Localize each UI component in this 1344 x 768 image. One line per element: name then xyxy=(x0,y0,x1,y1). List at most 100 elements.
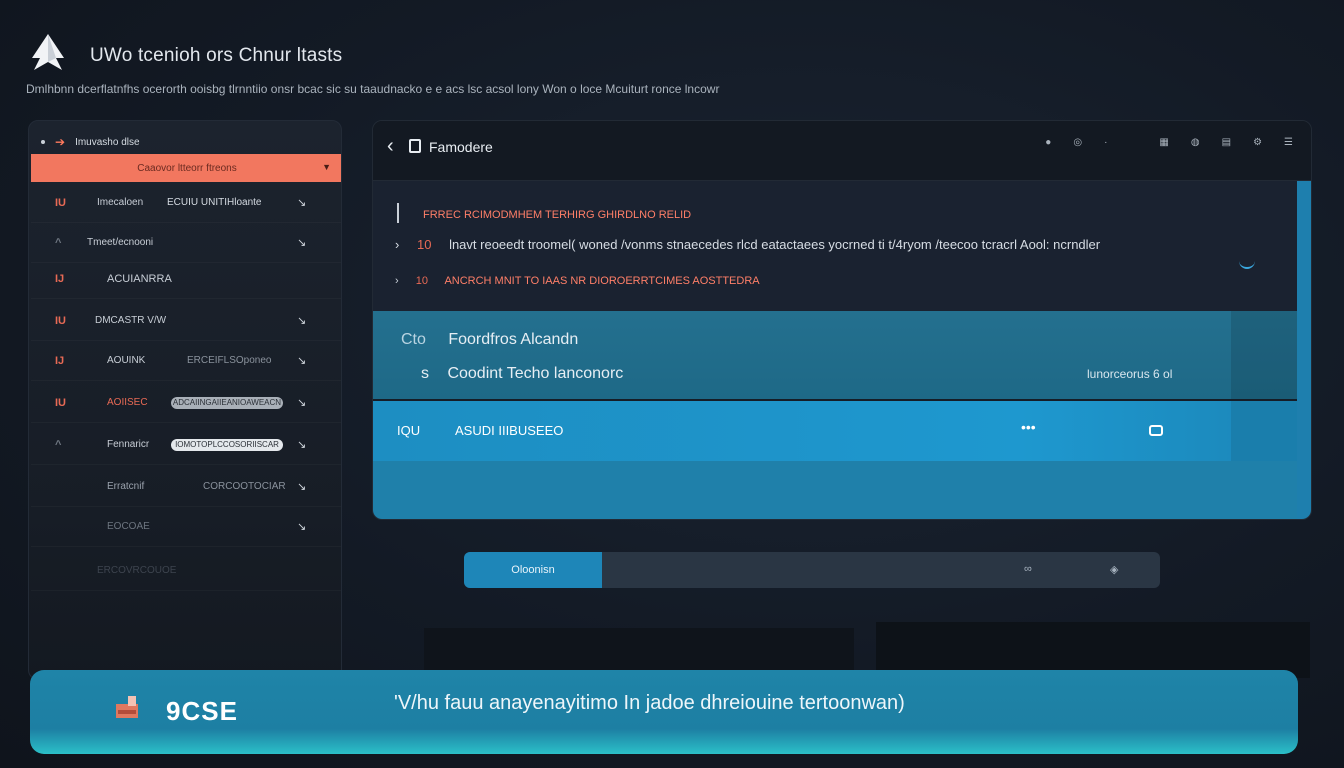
app-subtitle: Dmlhbnn dcerflatnfhs ocerorth ooisbg tlr… xyxy=(26,82,720,96)
sidebar-item[interactable]: IU DMCASTR V/W ↘ xyxy=(31,301,341,341)
chevron-right-icon[interactable]: ↘ xyxy=(297,314,306,327)
settings-icon[interactable]: ◍ xyxy=(1191,137,1200,148)
line-number: 10 xyxy=(416,237,432,252)
list-icon[interactable]: ▤ xyxy=(1222,137,1231,148)
checkbox-icon[interactable] xyxy=(1149,425,1163,436)
active-row[interactable]: IQU ASUDI IIIBUSEEO ••• xyxy=(373,401,1299,461)
notification-banner: 9CSE 'V/hu fauu anayenayitimo In jadoe d… xyxy=(30,670,1298,754)
selection-text: Foordfros Alcandn xyxy=(448,331,579,348)
code-text: lnavt reoeedt troomel( woned /vonms stna… xyxy=(449,237,1101,252)
dot-small-icon[interactable]: · xyxy=(1104,137,1107,148)
selection-prefix: Cto xyxy=(401,331,426,348)
banner-message: 'V/hu fauu anayenayitimo In jadoe dhreio… xyxy=(394,692,905,714)
cog-icon[interactable]: ⚙ xyxy=(1253,137,1262,148)
chevron-right-icon[interactable]: ↘ xyxy=(297,520,306,533)
warning-stack-icon xyxy=(116,696,138,718)
chevron-right-icon[interactable]: ↘ xyxy=(297,396,306,409)
sidebar-item[interactable]: EOCOAE ↘ xyxy=(31,507,341,547)
dot-icon xyxy=(41,140,45,144)
text-cursor xyxy=(397,203,399,223)
menu-icon[interactable]: ☰ xyxy=(1284,137,1293,148)
eye-icon[interactable]: ◈ xyxy=(1110,563,1118,576)
header-toolbar: ● ◎ · ▦ ◍ ▤ ⚙ ☰ xyxy=(1045,137,1293,148)
document-icon xyxy=(409,139,421,153)
sidebar-header-label: Imuvasho dlse xyxy=(75,136,140,148)
item-label: AOUINK xyxy=(107,355,146,366)
row-number: IQU xyxy=(397,423,421,438)
code-line: › 10 lnavt reoeedt troomel( woned /vonms… xyxy=(395,237,1100,252)
dot-icon[interactable]: ● xyxy=(1045,137,1051,148)
item-extra: ERCEIFLSOponeo xyxy=(187,355,272,366)
code-text: ANCRCH MNIT TO IAAS NR DIOROERRTCIMES AO… xyxy=(444,275,760,287)
main-header: ‹ Famodere ● ◎ · ▦ ◍ ▤ ⚙ ☰ xyxy=(373,121,1311,181)
item-label: Erratcnif xyxy=(107,481,145,492)
item-label: ERCOVRCOUOE xyxy=(97,565,177,576)
item-label: Fennaricr xyxy=(107,439,150,450)
main-footer xyxy=(373,461,1299,519)
item-pill: IOMOTOPLCCOSORIISCAR xyxy=(171,438,283,451)
circle-icon[interactable]: ◎ xyxy=(1073,137,1082,148)
sidebar-item[interactable]: Erratcnif CORCOOTOCIAR ↘ xyxy=(31,467,341,507)
line-marker-icon: › xyxy=(395,237,400,252)
item-label: Tmeet/ecnooni xyxy=(87,237,154,248)
code-line: FRREC RCIMODMHEM TERHIRG GHIRDLNO RELID xyxy=(423,209,692,221)
sidebar-item[interactable]: IU Imecaloen ECUIU UNITIHloante ↘ xyxy=(31,183,341,223)
item-label: Imecaloen xyxy=(97,197,144,208)
sidebar-item-active[interactable]: Caaovor ltteorr ftreons ▼ xyxy=(31,154,341,182)
item-number: IJ xyxy=(55,272,65,285)
app-title: UWo tcenioh ors Chnur ltasts xyxy=(90,45,343,66)
code-area[interactable]: FRREC RCIMODMHEM TERHIRG GHIRDLNO RELID … xyxy=(373,181,1299,311)
code-line: › 10 ANCRCH MNIT TO IAAS NR DIOROERRTCIM… xyxy=(395,275,760,287)
item-label: EOCOAE xyxy=(107,521,150,532)
row-gutter xyxy=(1231,401,1297,461)
sidebar-item[interactable]: IU AOIISEC ADCAIINGAIIEANIOAWEACN ↘ xyxy=(31,383,341,423)
more-options-icon[interactable]: ••• xyxy=(1021,419,1036,435)
line-marker-icon: › xyxy=(395,275,399,287)
main-title: Famodere xyxy=(429,139,493,155)
item-pill: ADCAIINGAIIEANIOAWEACN xyxy=(171,396,283,409)
chevron-right-icon[interactable]: ↘ xyxy=(297,354,306,367)
item-number: IU xyxy=(55,196,66,209)
chevron-right-icon[interactable]: ↘ xyxy=(297,236,306,249)
caret-up-icon: ^ xyxy=(55,438,62,451)
selection-text: Coodint Techo lanconorc xyxy=(447,365,624,382)
back-arrow-icon[interactable]: ‹ xyxy=(387,135,394,158)
sidebar-item[interactable]: IJ ACUIANRRA xyxy=(31,259,341,299)
toolbar-button[interactable]: Oloonisn xyxy=(464,552,602,588)
chevron-right-icon[interactable]: ↘ xyxy=(297,196,306,209)
sidebar-item[interactable]: ^ Tmeet/ecnooni ↘ xyxy=(31,223,341,263)
item-label: DMCASTR V/W xyxy=(95,315,167,326)
chevron-right-icon[interactable]: ↘ xyxy=(297,480,306,493)
selected-block[interactable]: Cto Foordfros Alcandn s Coodint Techo la… xyxy=(373,311,1299,399)
bottom-toolbar: Oloonisn ∞ ◈ xyxy=(464,552,1160,588)
sidebar-active-label: Caaovor ltteorr ftreons xyxy=(137,162,237,174)
item-number: IU xyxy=(55,396,66,409)
caret-up-icon: ^ xyxy=(55,236,62,249)
line-number: 10 xyxy=(415,275,428,287)
sidebar-header: ➔ Imuvasho dlse xyxy=(41,133,140,151)
item-extra: ECUIU UNITIHloante xyxy=(167,197,262,208)
loading-icon xyxy=(1239,261,1255,269)
selection-gutter xyxy=(1231,311,1297,399)
item-extra: CORCOOTOCIAR xyxy=(203,481,286,492)
arrow-right-icon[interactable]: ➔ xyxy=(55,135,65,149)
selection-line: Cto Foordfros Alcandn xyxy=(401,331,578,349)
item-label: ACUIANRRA xyxy=(107,272,172,285)
item-label: AOIISEC xyxy=(107,397,148,408)
row-label: ASUDI IIIBUSEEO xyxy=(455,423,564,438)
grid-icon[interactable]: ▦ xyxy=(1159,137,1168,148)
selection-line: s Coodint Techo lanconorc xyxy=(421,365,623,383)
item-number: IJ xyxy=(55,354,65,367)
sidebar-item[interactable]: ^ Fennaricr IOMOTOPLCCOSORIISCAR ↘ xyxy=(31,425,341,465)
app-logo-icon xyxy=(32,34,64,70)
selection-prefix: s xyxy=(421,365,429,382)
sidebar-item[interactable]: IJ AOUINK ERCEIFLSOponeo ↘ xyxy=(31,341,341,381)
main-panel: ‹ Famodere ● ◎ · ▦ ◍ ▤ ⚙ ☰ FRREC RCIMODM… xyxy=(372,120,1312,520)
item-number: IU xyxy=(55,314,66,327)
caret-down-icon: ▼ xyxy=(322,162,331,172)
chevron-right-icon[interactable]: ↘ xyxy=(297,438,306,451)
scrollbar[interactable] xyxy=(1297,181,1311,519)
selection-meta: lunorceorus 6 ol xyxy=(1087,367,1173,381)
link-icon[interactable]: ∞ xyxy=(1024,563,1032,575)
sidebar-item[interactable]: ERCOVRCOUOE xyxy=(31,551,341,591)
